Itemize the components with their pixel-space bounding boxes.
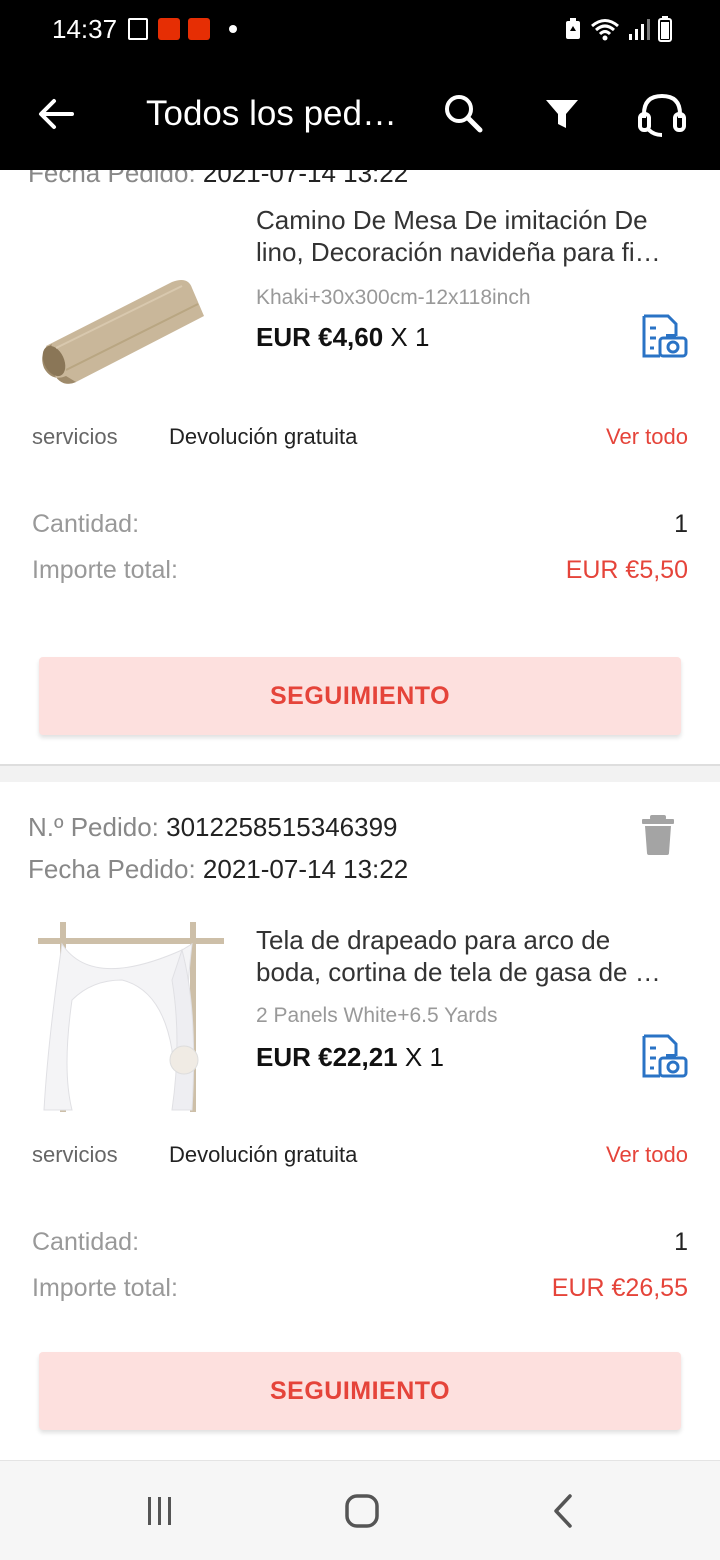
price-qty: X 1 [404,1042,444,1072]
signal-icon [629,19,650,40]
tracking-button[interactable]: SEGUIMIENTO [39,657,681,735]
dot-icon [229,25,237,33]
back-chevron-icon[interactable] [544,1491,584,1531]
headset-icon[interactable] [636,88,688,140]
snapshot-icon[interactable] [638,1030,690,1082]
home-icon[interactable] [342,1491,382,1531]
total-value: EUR €5,50 [565,556,688,584]
product-title-line: lino, Decoración navideña para fi… [256,237,661,267]
product-title-line: boda, cortina de tela de gasa de … [256,957,661,987]
product-price: EUR €4,60 X 1 [256,322,429,353]
order-separator [0,764,720,782]
order-number-label: N.º Pedido: [28,812,159,842]
recents-icon[interactable] [140,1491,180,1531]
filter-icon[interactable] [536,88,588,140]
product-title-line: Tela de drapeado para arco de [256,925,611,955]
order-date-value: 2021-07-14 13:22 [202,170,409,188]
product-variant: Khaki+30x300cm-12x118inch [256,286,531,309]
trash-icon[interactable] [636,812,680,856]
system-nav-bar [0,1460,720,1560]
quantity-label: Cantidad: [32,510,140,538]
quantity-value: 1 [674,1228,688,1256]
price-amount: EUR €22,21 [256,1042,398,1072]
battery-icon [658,16,672,42]
wifi-icon [591,19,619,41]
order-date: Fecha Pedido: 2021-07-14 13:22 [28,170,408,189]
order-date-label: Fecha Pedido: [28,854,196,884]
order-date: Fecha Pedido: 2021-07-14 13:22 [28,854,408,885]
services-label: servicios [32,1142,118,1167]
quantity-label: Cantidad: [32,1228,140,1256]
app-header: Todos los ped… [0,60,720,170]
page-title: Todos los ped… [146,94,397,133]
order-number: N.º Pedido: 3012258515346399 [28,812,398,843]
product-title-line: Camino De Mesa De imitación De [256,205,648,235]
tracking-button[interactable]: SEGUIMIENTO [39,1352,681,1430]
order-card: N.º Pedido: 3012258515346399 Fecha Pedid… [0,782,720,1460]
gallery-icon [128,18,148,40]
services-row: servicios Devolución gratuita Ver todo [0,416,720,456]
product-thumbnail[interactable] [32,224,228,420]
product-thumbnail[interactable] [32,920,228,1116]
order-date-label: Fecha Pedido: [28,170,196,188]
aliexpress-icon [188,18,210,40]
status-time: 14:37 [52,14,118,44]
see-all-link[interactable]: Ver todo [606,424,688,450]
orders-list[interactable]: Fecha Pedido: 2021-07-14 13:22 Camino De… [0,170,720,1460]
product-title[interactable]: Camino De Mesa De imitación De lino, Dec… [256,204,686,268]
product-title[interactable]: Tela de drapeado para arco de boda, cort… [256,924,686,988]
services-value: Devolución gratuita [169,1142,358,1167]
services-label: servicios [32,424,118,449]
arrow-left-icon[interactable] [32,90,80,138]
search-icon[interactable] [438,88,490,140]
services-row: servicios Devolución gratuita Ver todo [0,1134,720,1174]
product-price: EUR €22,21 X 1 [256,1042,444,1073]
total-label: Importe total: [32,1274,178,1302]
aliexpress-icon [158,18,180,40]
order-number-value: 3012258515346399 [166,812,398,842]
total-value: EUR €26,55 [551,1274,688,1302]
price-amount: EUR €4,60 [256,322,384,352]
status-right-icons [564,16,672,42]
services-value: Devolución gratuita [169,424,358,449]
price-qty: X 1 [390,322,430,352]
total-label: Importe total: [32,556,178,584]
see-all-link[interactable]: Ver todo [606,1142,688,1168]
status-bar: 14:37 [0,0,720,60]
quantity-value: 1 [674,510,688,538]
battery-saver-icon [566,18,580,39]
order-card: Fecha Pedido: 2021-07-14 13:22 Camino De… [0,170,720,764]
order-date-value: 2021-07-14 13:22 [202,854,409,884]
product-variant: 2 Panels White+6.5 Yards [256,1004,498,1027]
snapshot-icon[interactable] [638,310,690,362]
